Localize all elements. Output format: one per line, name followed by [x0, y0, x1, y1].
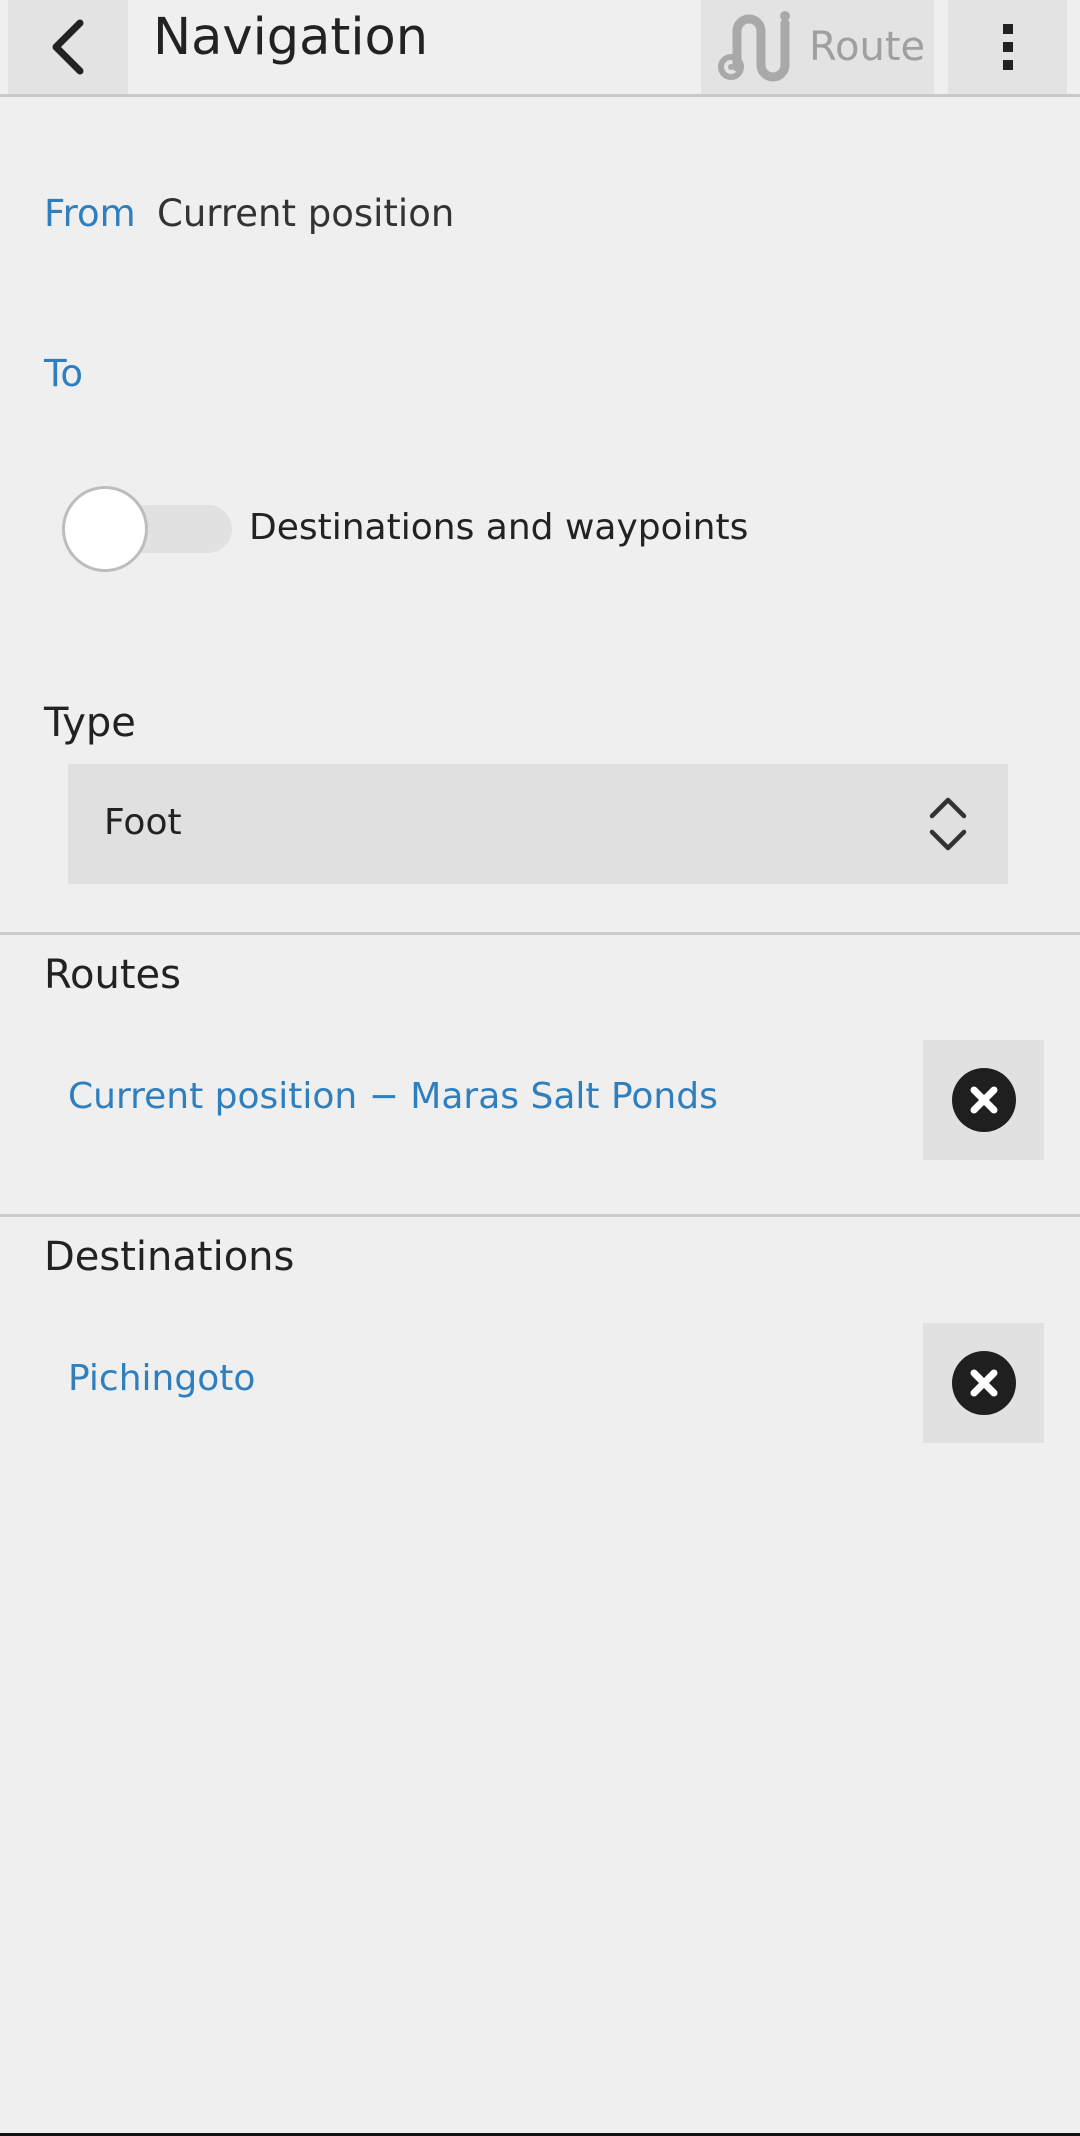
- remove-destination-button[interactable]: [923, 1323, 1044, 1443]
- from-label: From: [44, 192, 136, 235]
- close-circle-icon: [951, 1351, 1016, 1415]
- type-select[interactable]: Foot: [68, 764, 1008, 884]
- route-button[interactable]: Route: [701, 0, 934, 94]
- destination-item-link[interactable]: Pichingoto: [68, 1358, 255, 1399]
- from-value[interactable]: Current position: [157, 192, 454, 235]
- divider: [0, 932, 1080, 935]
- waypoints-toggle[interactable]: [62, 486, 232, 572]
- to-label[interactable]: To: [44, 352, 83, 395]
- route-label: Route: [809, 24, 926, 70]
- toggle-knob: [62, 486, 148, 572]
- select-arrows-icon: [929, 797, 967, 851]
- page-title: Navigation: [153, 8, 429, 67]
- routes-heading: Routes: [44, 952, 181, 998]
- back-button[interactable]: [8, 0, 128, 94]
- top-app-bar: Navigation Route: [0, 0, 1080, 97]
- chevron-left-icon: [52, 19, 84, 75]
- route-item-link[interactable]: Current position − Maras Salt Ponds: [68, 1076, 718, 1117]
- destinations-heading: Destinations: [44, 1234, 295, 1280]
- type-select-value: Foot: [104, 802, 182, 843]
- divider: [0, 1214, 1080, 1217]
- type-heading: Type: [44, 700, 136, 746]
- remove-route-button[interactable]: [923, 1040, 1044, 1160]
- more-options-button[interactable]: [948, 0, 1067, 94]
- route-icon: [718, 11, 790, 82]
- close-circle-icon: [951, 1068, 1016, 1132]
- more-vert-icon: [1002, 24, 1013, 70]
- waypoints-toggle-label: Destinations and waypoints: [249, 507, 749, 548]
